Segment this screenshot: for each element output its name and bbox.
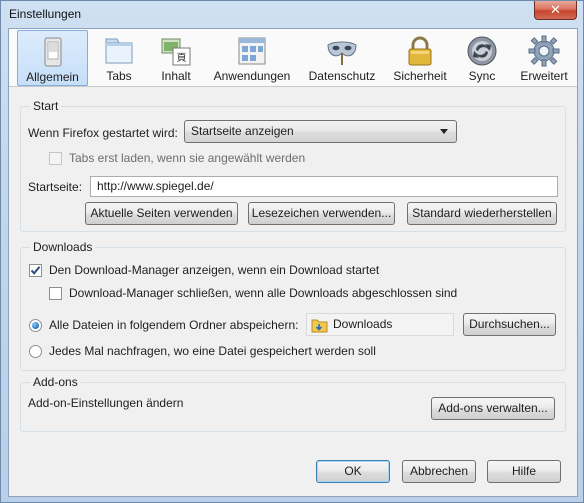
window-title: Einstellungen	[9, 7, 82, 21]
tabs-lazy-label: Tabs erst laden, wenn sie angewählt werd…	[69, 151, 306, 165]
use-current-pages-button[interactable]: Aktuelle Seiten verwenden	[85, 202, 238, 225]
startup-select[interactable]: Startseite anzeigen	[184, 120, 457, 143]
download-folder-field: Downloads	[306, 313, 454, 336]
tabs-icon	[105, 38, 133, 64]
save-to-folder-radio[interactable]	[29, 319, 42, 332]
preferences-window: Einstellungen ✕ Allgemein Tabs 頁 Inhalt …	[0, 0, 584, 503]
switch-icon	[44, 37, 61, 67]
homepage-input[interactable]: http://www.spiegel.de/	[90, 176, 558, 197]
category-toolbar: Allgemein Tabs 頁 Inhalt Anwendungen Date…	[9, 29, 577, 87]
ask-location-radio[interactable]	[29, 345, 42, 358]
use-bookmark-button[interactable]: Lesezeichen verwenden...	[248, 202, 395, 225]
tab-label: Allgemein	[26, 70, 79, 84]
downloads-group: Downloads Den Download-Manager anzeigen,…	[20, 240, 566, 371]
homepage-value: http://www.spiegel.de/	[97, 179, 214, 193]
show-download-manager-label: Den Download-Manager anzeigen, wenn ein …	[49, 263, 380, 277]
tab-label: Sync	[468, 69, 496, 83]
ok-button[interactable]: OK	[316, 460, 390, 483]
start-group: Start Wenn Firefox gestartet wird: Start…	[20, 99, 566, 232]
applications-icon	[238, 37, 266, 65]
show-download-manager-checkbox[interactable]	[29, 264, 42, 277]
startup-select-value: Startseite anzeigen	[191, 124, 294, 138]
tab-tabs[interactable]: Tabs	[95, 30, 143, 86]
tab-label: Anwendungen	[213, 69, 291, 83]
svg-text:頁: 頁	[177, 52, 187, 64]
content-icon: 頁	[161, 38, 191, 66]
gear-icon	[528, 35, 560, 67]
browse-button[interactable]: Durchsuchen...	[463, 313, 556, 336]
tab-inhalt[interactable]: 頁 Inhalt	[151, 30, 201, 86]
help-button[interactable]: Hilfe	[487, 460, 561, 483]
downloads-legend: Downloads	[30, 240, 96, 254]
close-window-button[interactable]: ✕	[534, 1, 577, 20]
cancel-button[interactable]: Abbrechen	[402, 460, 476, 483]
title-bar[interactable]: Einstellungen ✕	[1, 1, 583, 27]
folder-icon	[311, 319, 328, 333]
restore-default-button[interactable]: Standard wiederherstellen	[407, 202, 557, 225]
close-download-manager-label: Download-Manager schließen, wenn alle Do…	[69, 286, 458, 300]
tab-erweitert[interactable]: Erweitert	[514, 30, 574, 86]
addons-settings-text: Add-on-Einstellungen ändern	[28, 396, 184, 410]
tab-label: Erweitert	[520, 69, 568, 83]
tab-allgemein[interactable]: Allgemein	[17, 30, 88, 86]
tab-label: Datenschutz	[308, 69, 376, 83]
tab-sync[interactable]: Sync	[460, 30, 504, 86]
chevron-down-icon	[440, 129, 448, 134]
tabs-lazy-checkbox[interactable]	[49, 152, 62, 165]
manage-addons-button[interactable]: Add-ons verwalten...	[431, 397, 555, 420]
padlock-icon	[408, 36, 432, 66]
tab-label: Sicherheit	[393, 69, 447, 83]
tab-anwendungen[interactable]: Anwendungen	[209, 30, 295, 86]
homepage-label: Startseite:	[28, 180, 83, 194]
tab-datenschutz[interactable]: Datenschutz	[303, 30, 381, 86]
dialog-body: Allgemein Tabs 頁 Inhalt Anwendungen Date…	[8, 28, 578, 497]
tab-label: Tabs	[106, 69, 132, 83]
save-to-folder-label: Alle Dateien in folgendem Ordner abspeic…	[49, 318, 299, 332]
tab-label: Inhalt	[161, 69, 191, 83]
start-legend: Start	[30, 99, 62, 113]
download-folder-name: Downloads	[333, 317, 393, 331]
ask-location-label: Jedes Mal nachfragen, wo eine Datei gesp…	[49, 344, 376, 358]
tab-sicherheit[interactable]: Sicherheit	[389, 30, 451, 86]
sync-icon	[467, 36, 497, 66]
radio-dot	[32, 322, 39, 329]
addons-group: Add-ons Add-on-Einstellungen ändern Add-…	[20, 375, 566, 432]
privacy-mask-icon	[327, 41, 357, 65]
close-download-manager-checkbox[interactable]	[49, 287, 62, 300]
addons-legend: Add-ons	[30, 375, 81, 389]
checkmark-icon	[30, 266, 41, 275]
startup-label: Wenn Firefox gestartet wird:	[28, 126, 178, 140]
